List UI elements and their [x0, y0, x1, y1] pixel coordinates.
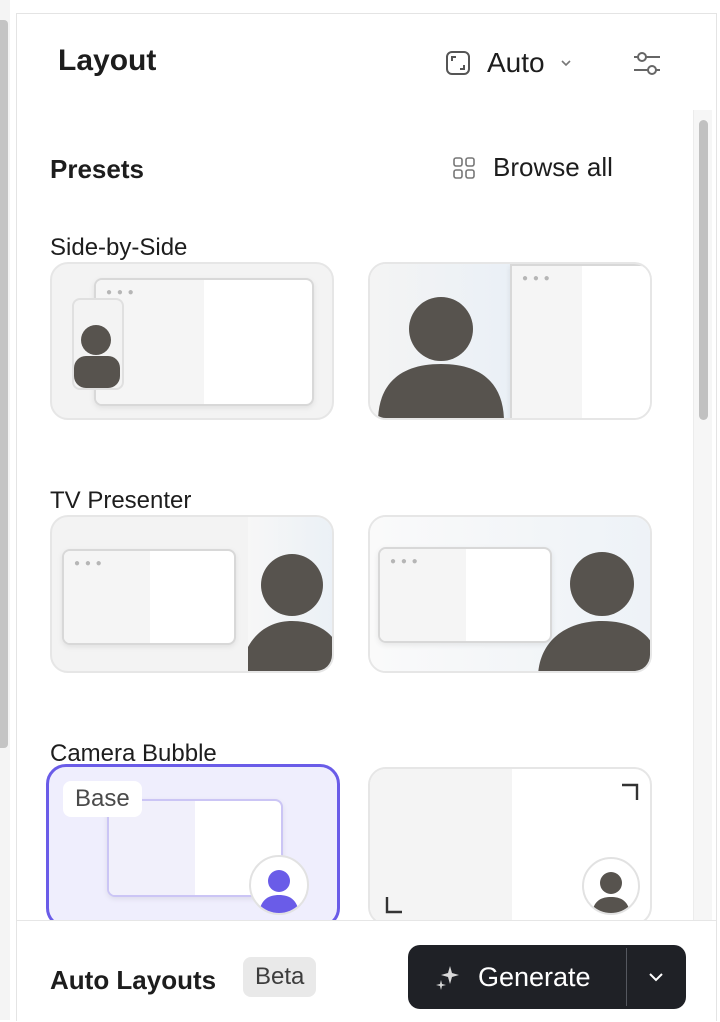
- generate-label: Generate: [478, 961, 591, 992]
- section-label-tv-presenter: TV Presenter: [50, 487, 192, 514]
- corner-bracket-icon: [622, 783, 639, 800]
- generate-split-button: Generate: [408, 945, 686, 1009]
- base-badge: Base: [63, 781, 142, 817]
- sparkle-icon: [436, 966, 459, 990]
- camera-pane: [248, 517, 332, 671]
- screen-window: ● ● ●: [378, 547, 552, 643]
- scrollbar-thumb[interactable]: [699, 120, 708, 420]
- aspect-ratio-icon: [446, 51, 470, 75]
- grid-icon: [453, 156, 475, 179]
- person-icon: [74, 325, 120, 388]
- person-icon: [592, 872, 630, 913]
- layout-panel: Layout Auto Presets Browse all Side-by-S…: [16, 13, 717, 1022]
- preset-camera-bubble-2[interactable]: [368, 767, 652, 920]
- presets-scroll-area[interactable]: Presets Browse all Side-by-Side ● ● ● ● …: [17, 106, 716, 920]
- auto-layouts-title: Auto Layouts: [50, 965, 217, 995]
- browse-all-label: Browse all: [493, 152, 613, 182]
- camera-thumbnail: [72, 298, 124, 390]
- beta-badge: Beta: [243, 957, 317, 997]
- left-scrollbar[interactable]: [0, 20, 8, 748]
- presets-heading: Presets: [50, 154, 144, 184]
- chevron-down-icon: [649, 973, 663, 982]
- camera-bubble: [249, 855, 309, 915]
- auto-layouts-footer: Auto Layouts Beta Generate: [17, 920, 716, 1022]
- person-icon: [248, 554, 332, 671]
- generate-options-button[interactable]: [627, 945, 685, 1009]
- section-label-side-by-side: Side-by-Side: [50, 234, 188, 261]
- generate-button[interactable]: Generate: [408, 945, 626, 1009]
- panel-scrollbar[interactable]: [693, 110, 712, 920]
- chevron-down-icon: [561, 60, 571, 67]
- aspect-select[interactable]: Auto: [445, 44, 573, 82]
- aspect-select-label: Auto: [487, 47, 545, 78]
- corner-bracket-icon: [385, 897, 402, 914]
- screen-window: ● ● ●: [94, 278, 314, 406]
- browse-all-button[interactable]: Browse all: [453, 152, 613, 183]
- preset-tv-presenter-2[interactable]: ● ● ●: [368, 515, 652, 673]
- camera-pane: [370, 264, 510, 418]
- preset-camera-bubble-base[interactable]: Base: [46, 764, 340, 920]
- screen-window: ● ● ●: [62, 549, 236, 645]
- preset-side-by-side-2[interactable]: ● ● ●: [368, 262, 652, 420]
- panel-header: Layout Auto: [17, 14, 716, 106]
- camera-bubble: [582, 857, 640, 915]
- panel-title: Layout: [58, 44, 157, 77]
- preset-side-by-side-1[interactable]: ● ● ●: [50, 262, 334, 420]
- preset-tv-presenter-1[interactable]: ● ● ●: [50, 515, 334, 673]
- person-icon: [259, 870, 299, 913]
- sliders-icon[interactable]: [631, 48, 663, 80]
- screen-window: ● ● ●: [510, 264, 650, 418]
- person-icon: [378, 297, 504, 418]
